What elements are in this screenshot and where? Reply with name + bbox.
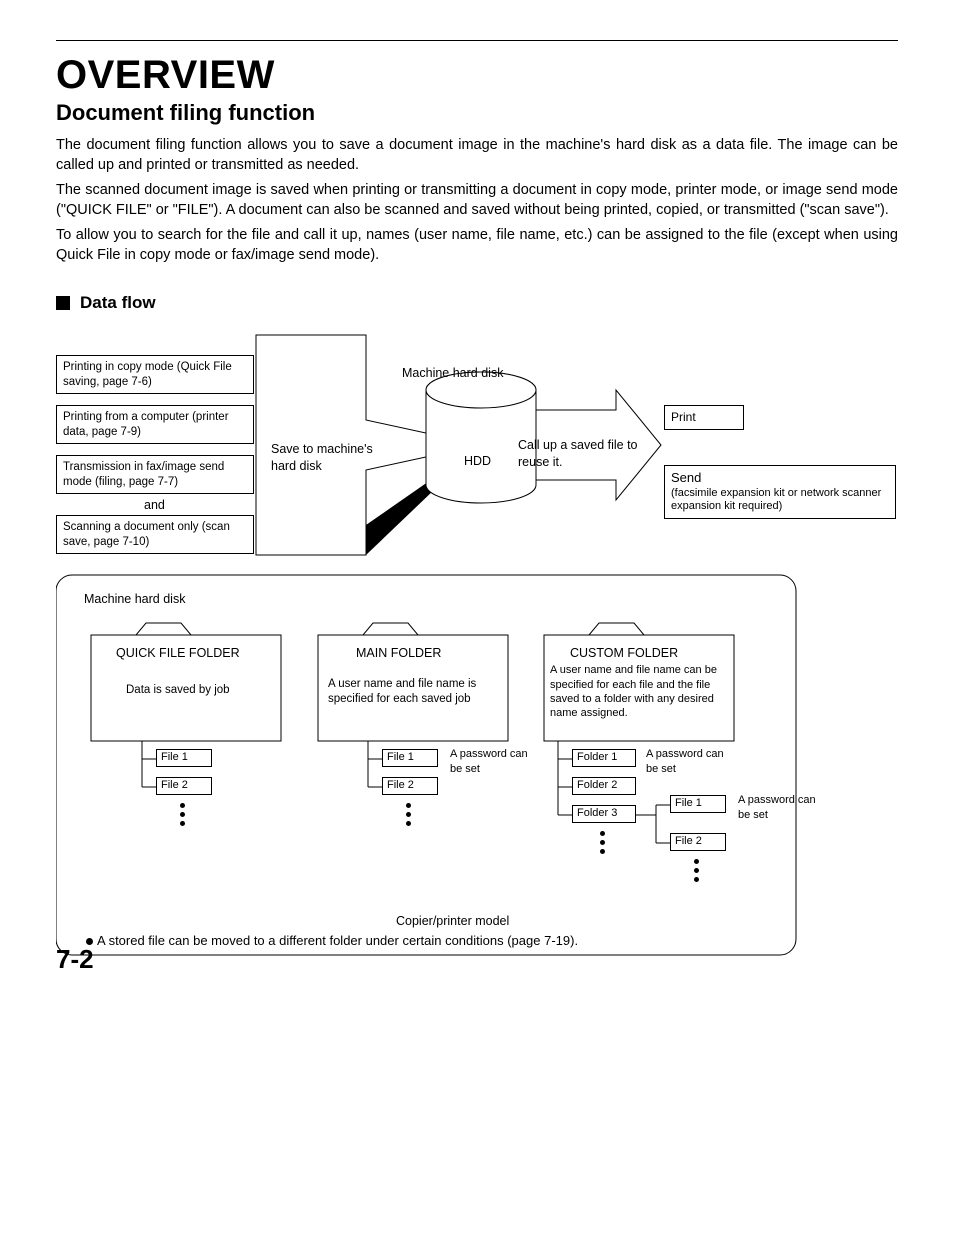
- paragraph-1: The document filing function allows you …: [56, 136, 898, 175]
- custom-dots-2: [694, 859, 699, 882]
- send-label: Send: [671, 470, 889, 486]
- input-box-3: Transmission in fax/image send mode (fil…: [56, 455, 254, 494]
- custom-folder-desc: A user name and file name can be specifi…: [550, 663, 732, 720]
- and-label: and: [144, 497, 165, 513]
- hdd-label: HDD: [464, 453, 491, 469]
- footnote-text: A stored file can be moved to a differen…: [97, 933, 578, 948]
- quick-folder-hd: QUICK FILE FOLDER: [116, 645, 240, 661]
- disk-title: Machine hard disk: [84, 591, 185, 607]
- model-label: Copier/printer model: [396, 913, 509, 929]
- custom-folder-hd: CUSTOM FOLDER: [570, 645, 678, 661]
- main-file-2: File 2: [382, 777, 438, 795]
- custom-file-1: File 1: [670, 795, 726, 813]
- paragraph-2: The scanned document image is saved when…: [56, 181, 898, 220]
- section-header: Data flow: [56, 293, 898, 313]
- save-label: Save to machine's hard disk: [271, 441, 391, 474]
- custom-folder-1: Folder 1: [572, 749, 636, 767]
- page-title: OVERVIEW: [56, 53, 898, 98]
- custom-folder-3: Folder 3: [572, 805, 636, 823]
- footnote: A stored file can be moved to a differen…: [86, 933, 578, 948]
- main-dots: [406, 803, 411, 826]
- page-subtitle: Document filing function: [56, 100, 898, 126]
- input-box-1: Printing in copy mode (Quick File saving…: [56, 355, 254, 394]
- main-folder-desc: A user name and file name is specified f…: [328, 677, 506, 707]
- input-box-2: Printing from a computer (printer data, …: [56, 405, 254, 444]
- custom-folder-2: Folder 2: [572, 777, 636, 795]
- quick-file-1: File 1: [156, 749, 212, 767]
- quick-file-2: File 2: [156, 777, 212, 795]
- input-box-4: Scanning a document only (scan save, pag…: [56, 515, 254, 554]
- custom-pw1: A password can be set: [646, 747, 736, 776]
- send-note: (facsimile expansion kit or network scan…: [671, 487, 889, 515]
- send-box: Send (facsimile expansion kit or network…: [664, 465, 896, 519]
- square-bullet-icon: [56, 296, 70, 310]
- call-label: Call up a saved file to reuse it.: [518, 437, 638, 470]
- hdd-top-label: Machine hard disk: [402, 365, 503, 381]
- page-number: 7-2: [56, 944, 94, 975]
- paragraph-3: To allow you to search for the file and …: [56, 226, 898, 265]
- quick-folder-desc: Data is saved by job: [126, 683, 276, 698]
- section-title: Data flow: [80, 293, 156, 313]
- custom-pw2: A password can be set: [738, 793, 828, 822]
- top-rule: [56, 40, 898, 41]
- main-pw: A password can be set: [450, 747, 540, 776]
- quick-dots: [180, 803, 185, 826]
- custom-file-2: File 2: [670, 833, 726, 851]
- print-box: Print: [664, 405, 744, 430]
- data-flow-diagram: Printing in copy mode (Quick File saving…: [56, 325, 898, 965]
- main-folder-hd: MAIN FOLDER: [356, 645, 441, 661]
- main-file-1: File 1: [382, 749, 438, 767]
- custom-dots-1: [600, 831, 605, 854]
